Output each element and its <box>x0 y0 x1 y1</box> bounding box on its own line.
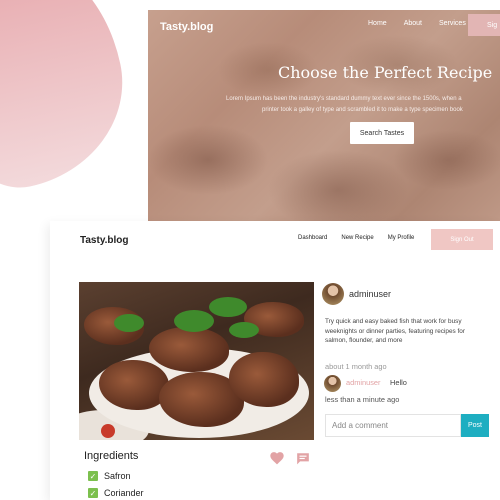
post-author-avatar[interactable] <box>322 283 344 305</box>
tomato-shape <box>101 424 115 438</box>
commenter-name[interactable]: adminuser <box>346 378 381 387</box>
post-comment-button[interactable]: Post <box>461 414 489 437</box>
landing-hero-text-line1: Lorem Ipsum has been the industry's stan… <box>226 96 462 102</box>
landing-nav-services[interactable]: Services <box>439 20 466 27</box>
comment-icon[interactable] <box>296 452 310 465</box>
nav-my-profile[interactable]: My Profile <box>388 235 415 241</box>
ingredient-label: Coriander <box>104 488 144 498</box>
ingredient-item[interactable]: ✓ Coriander <box>88 488 144 498</box>
herb-shape <box>174 310 214 332</box>
landing-nav: Home About Services <box>368 20 466 27</box>
card-logo[interactable]: Tasty.blog <box>80 235 129 246</box>
herb-shape <box>209 297 247 317</box>
nav-dashboard[interactable]: Dashboard <box>298 235 327 241</box>
herb-shape <box>114 314 144 332</box>
search-tastes-button[interactable]: Search Tastes <box>350 122 414 144</box>
card-nav: Dashboard New Recipe My Profile <box>298 235 414 241</box>
comment-timestamp: less than a minute ago <box>325 395 400 404</box>
landing-hero-text: Lorem Ipsum has been the industry's stan… <box>226 94 500 116</box>
landing-nav-about[interactable]: About <box>404 20 422 27</box>
herb-shape <box>229 322 259 338</box>
add-comment-input[interactable] <box>325 414 461 437</box>
steak-shape <box>99 360 169 410</box>
landing-signin-button[interactable]: Sig <box>468 14 500 36</box>
comment-text: Hello <box>390 378 407 387</box>
landing-page-preview: Tasty.blog Home About Services Sig Choos… <box>148 10 500 222</box>
post-author-name[interactable]: adminuser <box>349 289 391 299</box>
sign-out-button[interactable]: Sign Out <box>431 229 493 250</box>
check-icon[interactable]: ✓ <box>88 471 98 481</box>
landing-logo[interactable]: Tasty.blog <box>160 21 213 33</box>
heart-icon[interactable] <box>269 451 285 465</box>
screen: Tasty.blog Home About Services Sig Choos… <box>0 0 500 500</box>
ingredients-heading: Ingredients <box>84 450 139 462</box>
ingredient-label: Safron <box>104 471 131 481</box>
recipe-photo <box>79 282 314 440</box>
recipe-card: Tasty.blog Dashboard New Recipe My Profi… <box>50 221 500 500</box>
landing-hero-text-line2: printer took a galley of type and scramb… <box>262 106 463 113</box>
nav-new-recipe[interactable]: New Recipe <box>341 235 373 241</box>
check-icon[interactable]: ✓ <box>88 488 98 498</box>
post-timestamp: about 1 month ago <box>325 362 387 371</box>
ingredient-item[interactable]: ✓ Safron <box>88 471 131 481</box>
steak-shape <box>229 352 299 407</box>
post-description: Try quick and easy baked fish that work … <box>325 318 465 345</box>
decorative-blob <box>0 0 142 203</box>
commenter-avatar[interactable] <box>324 375 341 392</box>
landing-hero-title: Choose the Perfect Recipe <box>278 63 493 82</box>
landing-nav-home[interactable]: Home <box>368 20 387 27</box>
